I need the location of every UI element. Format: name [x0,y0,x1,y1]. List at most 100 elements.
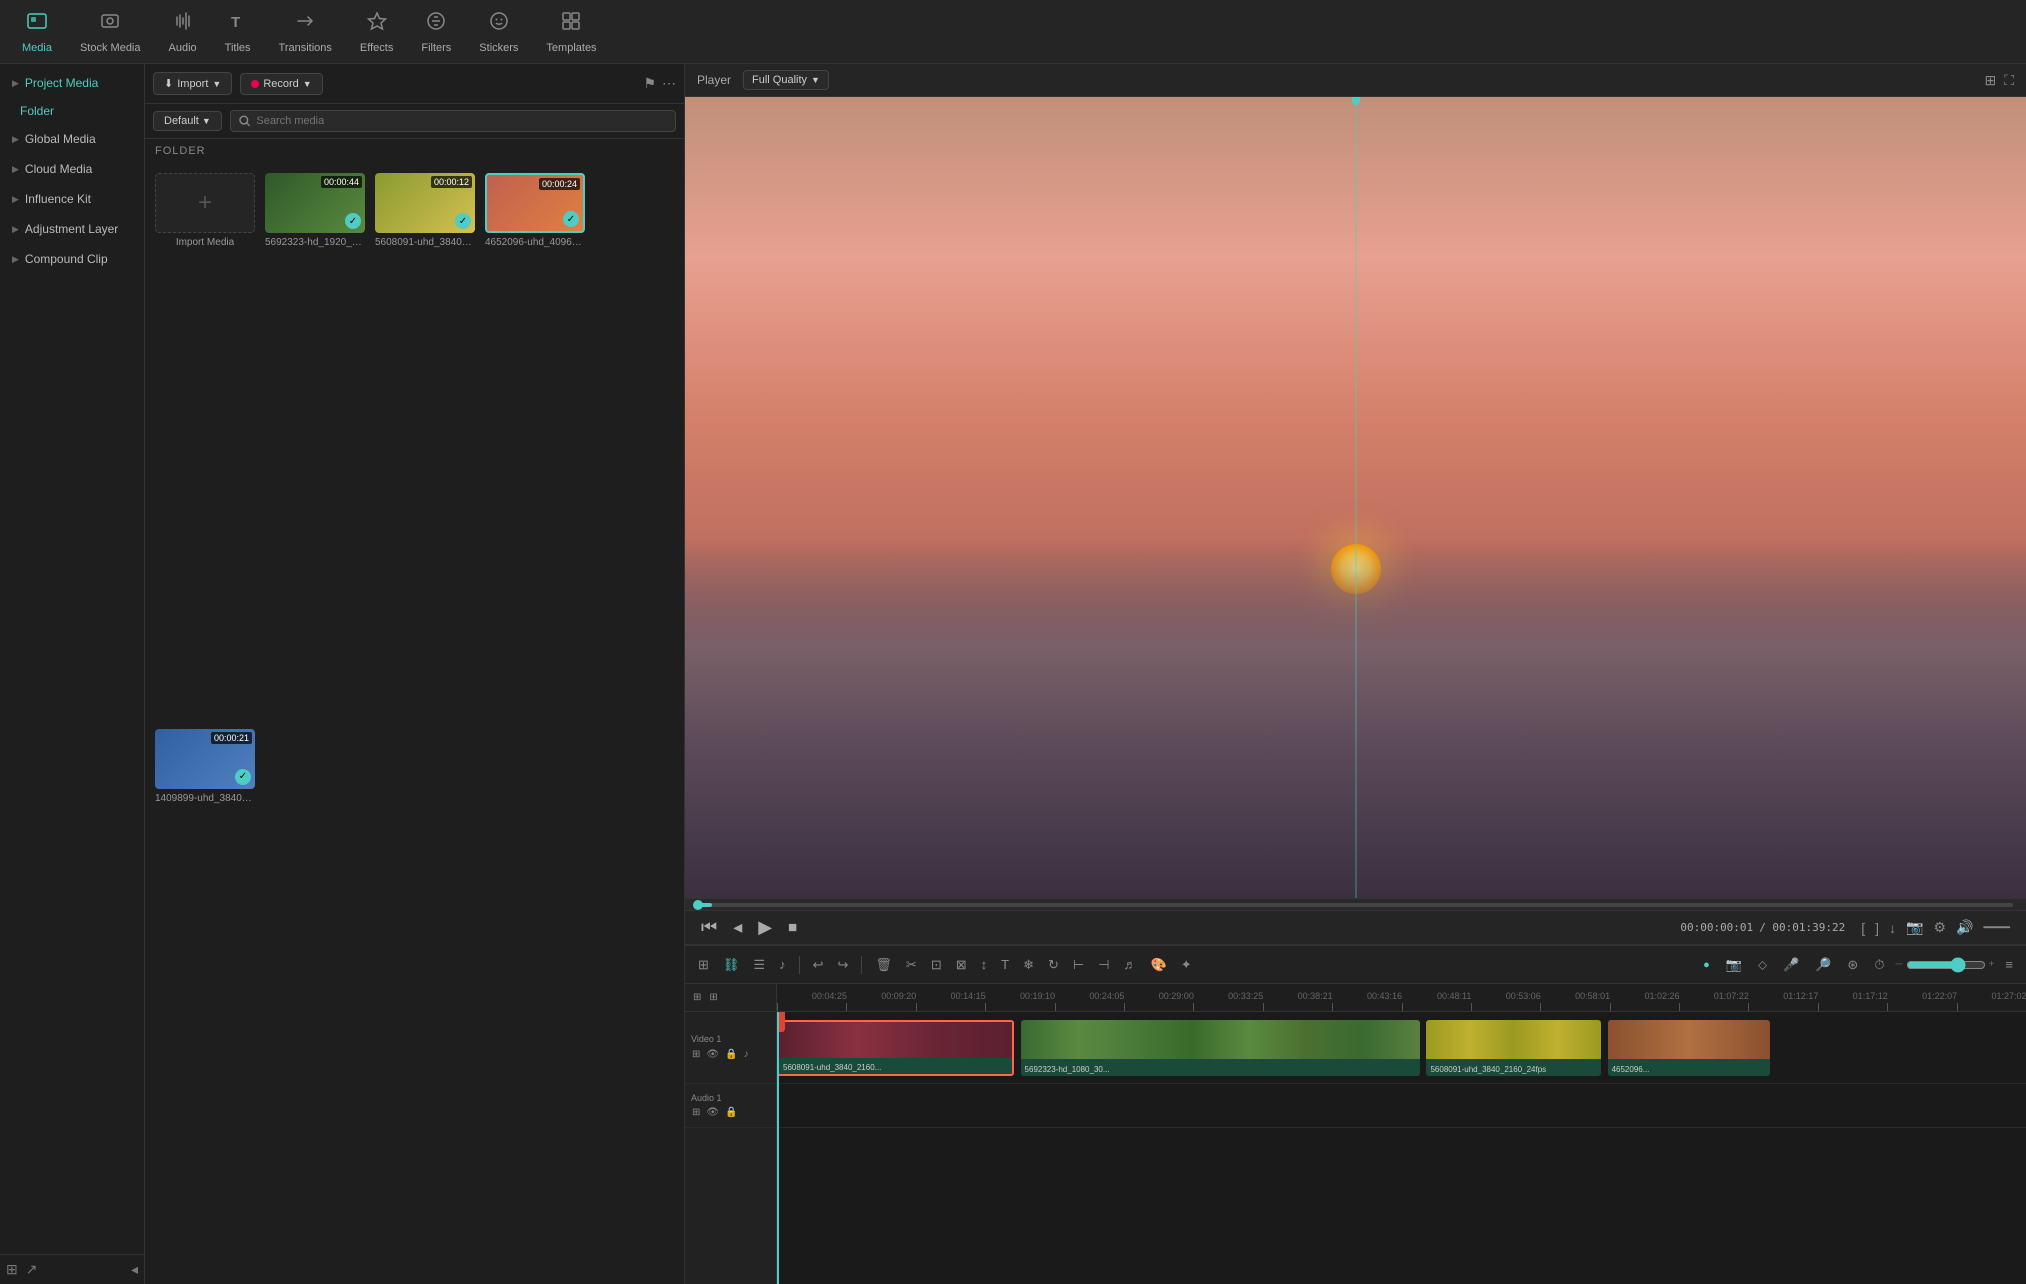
nav-item-effects[interactable]: Effects [346,4,407,60]
frame-back-button[interactable]: ◂ [733,917,742,938]
track-add-audio-icon[interactable]: ⊞ [707,990,719,1005]
import-button[interactable]: ⬇ Import ▼ [153,72,232,95]
media-item-clip2[interactable]: 00:00:12 ✓ 5608091-uhd_3840_21... [375,173,475,719]
timeline-snap-icon[interactable]: ● [1698,956,1715,974]
sidebar-folder[interactable]: Folder [0,98,144,124]
timeline-trim-icon[interactable]: ⊢ [1068,954,1089,976]
ruler-mark-14: 01:07:22 [1748,1003,1749,1011]
stop-button[interactable]: ⏹ [788,917,797,938]
video1-add-icon[interactable]: ⊞ [691,1048,701,1061]
scrubber-thumb[interactable] [693,900,703,910]
timeline-crop-icon[interactable]: ⊠ [951,954,972,976]
timeline-undo-icon[interactable]: ↩ [808,954,829,976]
timeline-right-tools: ● 📷 ⬦ 🎤 🔎 ⊛ ⏱ ─ + ≡ [1698,954,2018,976]
default-view-button[interactable]: Default ▼ [153,111,222,131]
sidebar-item-project-media[interactable]: ▶ Project Media [0,68,144,98]
timeline-transform-icon[interactable]: ⊡ [926,954,947,976]
media-item-clip3[interactable]: 00:00:24 ✓ 4652096-uhd_4096_21... [485,173,585,719]
arrow-icon: ▶ [12,78,19,89]
nav-label-transitions: Transitions [279,42,332,54]
player-label: Player [697,73,731,87]
timeline-settings-icon[interactable]: ≡ [2000,954,2018,975]
nav-item-templates[interactable]: Templates [532,4,610,60]
search-input[interactable] [256,115,667,127]
go-to-start-button[interactable]: ⏮ [701,917,717,938]
timeline-delete-icon[interactable]: 🗑 [870,954,897,976]
sidebar-item-compound-clip[interactable]: ▶ Compound Clip [0,244,144,274]
sidebar-item-global-media[interactable]: ▶ Global Media [0,124,144,154]
nav-item-transitions[interactable]: Transitions [265,4,346,60]
more-options-icon[interactable]: ⋯ [662,75,676,92]
sidebar-item-adjustment-layer[interactable]: ▶ Adjustment Layer [0,214,144,244]
search-wrap [230,110,676,132]
sidebar-export-icon[interactable]: ↗ [26,1261,38,1278]
timeline-text-icon[interactable]: T [996,954,1014,975]
video1-clip3[interactable]: 5608091-uhd_3840_2160_24fps [1426,1020,1601,1076]
sidebar-new-folder-icon[interactable]: ⊞ [6,1261,18,1278]
timeline-cut-icon[interactable]: ✂ [901,954,922,976]
timeline-link-icon[interactable]: ⛓ [718,954,745,976]
timeline-speed-icon[interactable]: ↕ [976,954,993,975]
audio1-add-icon[interactable]: ⊞ [691,1106,701,1119]
media-item-clip4[interactable]: 00:00:21 ✓ 1409899-uhd_3840_21... [155,729,255,1275]
record-button[interactable]: Record ▼ [240,73,322,95]
timeline-audio2-icon[interactable]: ♬ [1119,954,1142,975]
clip1-label: 5692323-hd_1920_108... [265,237,365,248]
nav-item-titles[interactable]: T Titles [211,4,265,60]
ruler-mark-6: 00:29:00 [1193,1003,1194,1011]
video1-lock-icon[interactable]: 🔒 [724,1048,738,1061]
media-item-clip1[interactable]: 00:00:44 ✓ 5692323-hd_1920_108... [265,173,365,719]
audio1-lock-icon[interactable]: 🔒 [724,1106,738,1119]
in-point-icon[interactable]: [ [1861,920,1865,936]
quality-select[interactable]: Full Quality ▼ [743,70,829,90]
timeline-mic-icon[interactable]: 🎤 [1778,954,1804,976]
filter-icon[interactable]: ⚑ [643,75,656,92]
out-point-icon[interactable]: ] [1875,920,1879,936]
zoom-slider[interactable] [1906,957,1986,973]
quality-dropdown-icon: ▼ [811,75,820,85]
timeline-add-track-icon[interactable]: ⊞ [693,954,714,976]
timeline-audio-icon[interactable]: ♪ [774,954,791,975]
video1-eye-icon[interactable]: 👁 [705,1048,720,1061]
media-search-bar: Default ▼ [145,104,684,139]
video1-clip1[interactable]: 5608091-uhd_3840_2160... [777,1020,1014,1076]
timeline-camera-icon[interactable]: 📷 [1721,954,1747,976]
settings-icon[interactable]: ⚙ [1934,919,1947,936]
clip1-thumb: 00:00:44 ✓ [265,173,365,233]
sidebar-item-influence-kit[interactable]: ▶ Influence Kit [0,184,144,214]
nav-item-filters[interactable]: Filters [407,4,465,60]
play-button[interactable]: ▶ [758,917,772,938]
timeline-clock-icon[interactable]: ⏱ [1869,954,1889,976]
timeline-rotate-icon[interactable]: ↻ [1043,954,1064,976]
timeline-freeze-icon[interactable]: ❄ [1018,954,1039,976]
nav-item-audio[interactable]: Audio [155,4,211,60]
video1-clip4[interactable]: 4652096... [1608,1020,1770,1076]
preview-scrubber[interactable] [685,898,2026,910]
video1-volume-icon[interactable]: ♪ [743,1048,750,1061]
timeline-redo-icon[interactable]: ↪ [832,954,853,976]
timeline-zoom-icon[interactable]: 🔎 [1810,954,1836,976]
timeline-ai-icon[interactable]: ✦ [1176,954,1197,976]
track-add-video-icon[interactable]: ⊞ [691,990,703,1005]
sidebar-collapse-icon[interactable]: ◂ [131,1261,138,1278]
snapshot-icon[interactable]: 📷 [1906,919,1923,936]
volume-icon[interactable]: 🔊 [1956,919,1973,936]
sidebar-item-cloud-media[interactable]: ▶ Cloud Media [0,154,144,184]
nav-item-stickers[interactable]: Stickers [465,4,532,60]
timeline-ai2-icon[interactable]: ⊛ [1842,954,1863,976]
timeline-marker-icon[interactable]: ⬦ [1753,954,1772,976]
fullscreen-icon[interactable]: ⛶ [2004,72,2014,89]
video1-clip2[interactable]: 5692323-hd_1080_30... [1021,1020,1421,1076]
audio1-eye-icon[interactable]: 👁 [705,1106,720,1119]
nav-item-stock-media[interactable]: Stock Media [66,4,155,60]
media-item-import[interactable]: + Import Media [155,173,255,719]
grid-view-icon[interactable]: ⊞ [1984,72,1996,89]
timeline-group-icon[interactable]: ☰ [748,954,770,976]
timeline-color-icon[interactable]: 🎨 [1146,954,1172,976]
nav-label-media: Media [22,42,52,54]
volume-slider[interactable]: ━━━━ [1984,921,2011,934]
insert-icon[interactable]: ↓ [1889,920,1896,936]
timeline-split-icon[interactable]: ⊣ [1093,954,1114,976]
sidebar-bottom-actions: ⊞ ↗ ◂ [0,1254,144,1284]
nav-item-media[interactable]: Media [8,4,66,60]
